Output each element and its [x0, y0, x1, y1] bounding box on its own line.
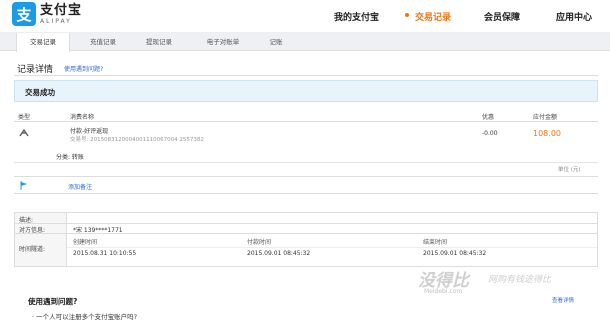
sub-nav: 交易记录 充值记录 提现记录 电子对账单 记账	[0, 33, 610, 52]
created-time-value: 2015.08.31 10:10:55	[73, 250, 137, 257]
divider	[15, 223, 597, 224]
add-remark-link[interactable]: 添加备注	[68, 182, 92, 191]
logo-en: ALIPAY	[40, 17, 72, 25]
discount-value: -0.00	[482, 130, 498, 137]
desc-label: 描述:	[19, 217, 34, 224]
alipay-logo[interactable]: 支 支付宝 ALIPAY	[12, 2, 82, 26]
trade-number: 交易号: 2015083120004001110067004 2557382	[70, 137, 204, 143]
status-text: 交易成功	[25, 88, 55, 97]
divider	[14, 162, 598, 163]
col-type: 类型	[18, 114, 31, 121]
category: 分类: 转账	[56, 154, 84, 161]
watermark-slogan: 网购有钱途得比	[488, 275, 552, 285]
nav-trade-records-label: 交易记录	[415, 13, 452, 23]
status-banner: 交易成功	[14, 80, 598, 102]
view-details-link[interactable]: 查看详情	[552, 296, 574, 304]
tab-recharge-records[interactable]: 充值记录	[76, 33, 130, 51]
nav-member-protection[interactable]: 会员保障	[484, 10, 520, 23]
remark-bar: 添加备注	[14, 176, 598, 194]
paid-time-value: 2015.09.01 08:45:32	[247, 250, 311, 257]
divider	[67, 247, 597, 248]
active-dot-icon	[405, 13, 409, 17]
alipay-logo-icon: 支	[12, 2, 36, 26]
watermark: 没得比 Meidebi.com 网购有钱途得比	[418, 266, 551, 295]
col-amount: 应付金额	[533, 114, 558, 121]
col-discount: 优惠	[482, 114, 495, 121]
party-value: *宋 139****1771	[73, 227, 123, 234]
paid-time-label: 付款时间	[247, 239, 272, 246]
tab-statement[interactable]: 电子对账单	[192, 33, 254, 51]
col-name: 消费名称	[70, 114, 95, 121]
item-name: 付款-好评返现	[70, 128, 109, 135]
tab-withdraw-records[interactable]: 提现记录	[132, 33, 186, 51]
faq-title: 使用遇到问题?	[28, 297, 78, 306]
end-time-value: 2015.09.01 08:45:32	[423, 250, 487, 257]
nav-trade-records[interactable]: 交易记录	[405, 10, 452, 23]
nav-my-alipay[interactable]: 我的支付宝	[334, 10, 379, 23]
help-link[interactable]: 使用遇到问题?	[64, 64, 103, 73]
party-label: 对方信息:	[19, 227, 46, 234]
table-row: 付款-好评返现 交易号: 2015083120004001110067004 2…	[14, 124, 598, 146]
unit-label: 单位 (元)	[558, 167, 581, 173]
header: 支 支付宝 ALIPAY 我的支付宝 交易记录 会员保障 应用中心	[0, 0, 610, 33]
info-table: 描述: 对方信息: *宋 139****1771 时间隧道: 创建时间 付款时间…	[14, 212, 598, 267]
logo-text: 支付宝 ALIPAY	[40, 4, 82, 25]
table-header: 类型 消费名称 优惠 应付金额	[14, 110, 598, 122]
tab-bookkeeping[interactable]: 记账	[256, 33, 296, 51]
watermark-url: Meidebi.com	[424, 288, 463, 295]
divider	[14, 75, 598, 76]
amount-value: 108.00	[533, 129, 561, 138]
end-time-label: 结束时间	[423, 239, 448, 246]
tab-trade-records[interactable]: 交易记录	[16, 33, 70, 52]
payment-icon	[19, 128, 29, 137]
created-time-label: 创建时间	[73, 239, 98, 246]
flag-icon	[20, 181, 27, 190]
page-title: 记录详情	[17, 65, 54, 75]
time-label: 时间隧道:	[19, 246, 46, 253]
nav-app-center[interactable]: 应用中心	[556, 10, 592, 23]
faq-item[interactable]: · 一个人可以注册多个支付宝账户吗?	[32, 311, 137, 320]
logo-cn: 支付宝	[40, 2, 83, 18]
